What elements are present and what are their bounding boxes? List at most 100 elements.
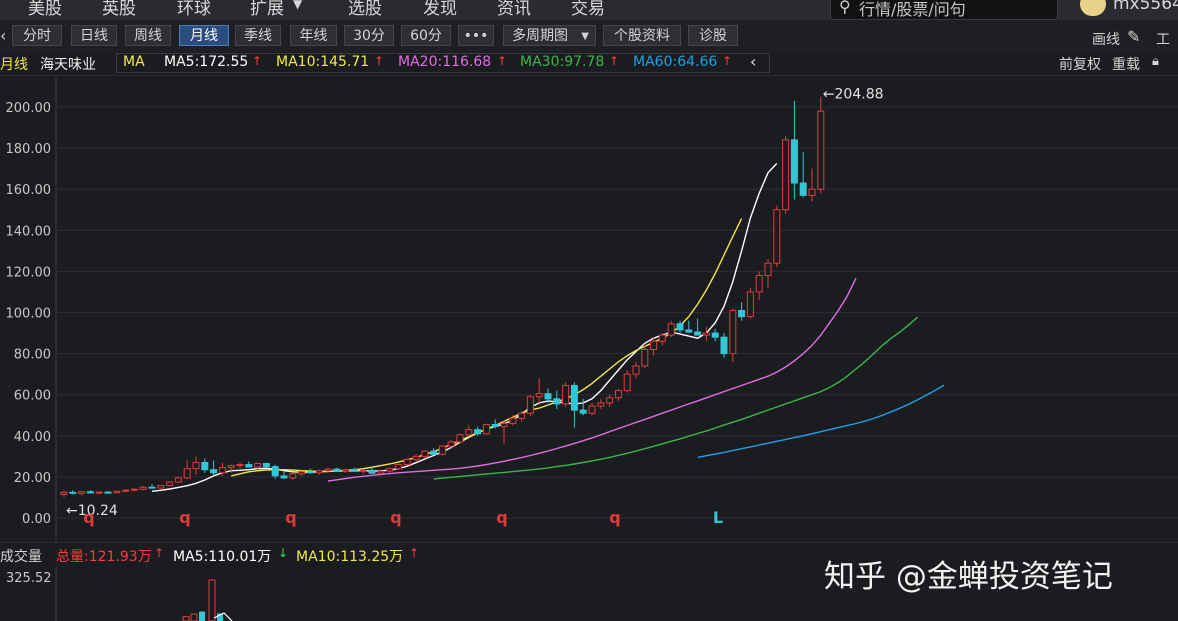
- tab-quarterly[interactable]: 季线: [235, 25, 281, 46]
- candle[interactable]: [333, 467, 341, 472]
- candle[interactable]: [438, 445, 446, 456]
- candle[interactable]: [368, 467, 376, 474]
- candle[interactable]: [456, 433, 464, 445]
- chevron-left-icon[interactable]: ‹: [0, 26, 6, 45]
- candle[interactable]: [245, 461, 253, 468]
- candle[interactable]: [78, 491, 86, 496]
- reload-button[interactable]: 重载: [1112, 54, 1140, 74]
- candle[interactable]: [166, 481, 174, 487]
- candle[interactable]: [711, 328, 719, 342]
- candle[interactable]: [817, 96, 825, 194]
- candle[interactable]: [738, 302, 746, 321]
- candle[interactable]: [702, 326, 710, 342]
- candle[interactable]: [394, 463, 402, 470]
- candle[interactable]: [95, 491, 103, 495]
- candle[interactable]: [773, 205, 781, 268]
- nav-news[interactable]: 资讯: [497, 0, 531, 19]
- draw-line-button[interactable]: 画线: [1092, 29, 1120, 49]
- candle[interactable]: [632, 361, 640, 379]
- candle[interactable]: [790, 100, 798, 200]
- price-chart[interactable]: 200.00 180.00 160.00 140.00 120.00 100.00 80.0…: [0, 76, 1178, 542]
- candle[interactable]: [667, 320, 675, 338]
- tab-weekly[interactable]: 周线: [125, 25, 171, 46]
- candle[interactable]: [482, 423, 490, 435]
- candle[interactable]: [799, 152, 807, 198]
- candle[interactable]: [570, 382, 578, 428]
- avatar[interactable]: [1080, 0, 1106, 16]
- candle[interactable]: [183, 460, 191, 479]
- candle[interactable]: [69, 490, 77, 495]
- tab-60min[interactable]: 60分: [401, 25, 451, 46]
- candle[interactable]: [614, 388, 622, 401]
- candle[interactable]: [113, 490, 121, 494]
- candle[interactable]: [236, 462, 244, 469]
- candle[interactable]: [500, 420, 508, 445]
- lock-icon[interactable]: 🔒︎: [1152, 54, 1159, 69]
- candle[interactable]: [157, 485, 165, 490]
- candle[interactable]: [782, 135, 790, 214]
- nav-us-stocks[interactable]: 美股: [28, 0, 62, 19]
- adjust-button[interactable]: 前复权: [1059, 54, 1101, 74]
- nav-global[interactable]: 环球: [177, 0, 211, 19]
- more-icon[interactable]: •••: [458, 25, 494, 46]
- chevron-left-icon[interactable]: ‹: [750, 52, 756, 71]
- candle[interactable]: [685, 320, 693, 334]
- candle[interactable]: [676, 320, 684, 334]
- candle[interactable]: [289, 472, 297, 480]
- pencil-icon[interactable]: ✎: [1127, 27, 1140, 46]
- candle[interactable]: [465, 425, 473, 437]
- candle[interactable]: [729, 308, 737, 362]
- candle[interactable]: [746, 287, 754, 319]
- candle[interactable]: [562, 382, 570, 408]
- candle[interactable]: [201, 458, 209, 473]
- candle[interactable]: [808, 168, 816, 202]
- candle[interactable]: [553, 390, 561, 410]
- candle[interactable]: [597, 398, 605, 410]
- candle[interactable]: [174, 476, 182, 484]
- tab-30min[interactable]: 30分: [344, 25, 394, 46]
- candle[interactable]: [641, 345, 649, 368]
- nav-uk-stocks[interactable]: 英股: [102, 0, 136, 19]
- candle[interactable]: [298, 470, 306, 476]
- candle[interactable]: [403, 458, 411, 466]
- stock-profile-button[interactable]: 个股资料: [603, 25, 681, 46]
- candle[interactable]: [350, 467, 358, 472]
- candle[interactable]: [262, 462, 270, 468]
- candle[interactable]: [122, 489, 130, 493]
- candle[interactable]: [359, 469, 367, 474]
- candle[interactable]: [421, 450, 429, 459]
- candle[interactable]: [139, 486, 147, 491]
- nav-stock-picker[interactable]: 选股: [348, 0, 382, 19]
- diagnose-button[interactable]: 诊股: [688, 25, 738, 46]
- candle[interactable]: [130, 488, 138, 492]
- candle[interactable]: [342, 468, 350, 473]
- nav-discover[interactable]: 发现: [423, 0, 457, 19]
- candle[interactable]: [694, 318, 702, 336]
- candle[interactable]: [588, 402, 596, 416]
- search-input[interactable]: ⚲ 行情/股票/问句: [830, 0, 1058, 20]
- candle[interactable]: [526, 394, 534, 417]
- tab-monthly[interactable]: 月线: [179, 25, 229, 46]
- candle[interactable]: [755, 271, 763, 301]
- candle[interactable]: [720, 333, 728, 358]
- nav-extend[interactable]: 扩展: [250, 0, 284, 19]
- candle[interactable]: [764, 259, 772, 288]
- candle[interactable]: [280, 470, 288, 479]
- candle[interactable]: [192, 456, 200, 475]
- candle[interactable]: [315, 469, 323, 475]
- username[interactable]: mx5564: [1113, 0, 1178, 14]
- candle[interactable]: [386, 467, 394, 473]
- candle[interactable]: [60, 490, 68, 498]
- candle[interactable]: [606, 394, 614, 408]
- nav-trade[interactable]: 交易: [571, 0, 605, 19]
- candle[interactable]: [104, 490, 112, 494]
- candle[interactable]: [210, 460, 218, 475]
- candle[interactable]: [623, 370, 631, 393]
- candle[interactable]: [412, 454, 420, 462]
- candle[interactable]: [86, 490, 94, 494]
- candle[interactable]: [535, 378, 543, 405]
- candle[interactable]: [430, 448, 438, 456]
- candle[interactable]: [148, 484, 156, 489]
- tab-daily[interactable]: 日线: [71, 25, 117, 46]
- tab-yearly[interactable]: 年线: [290, 25, 337, 46]
